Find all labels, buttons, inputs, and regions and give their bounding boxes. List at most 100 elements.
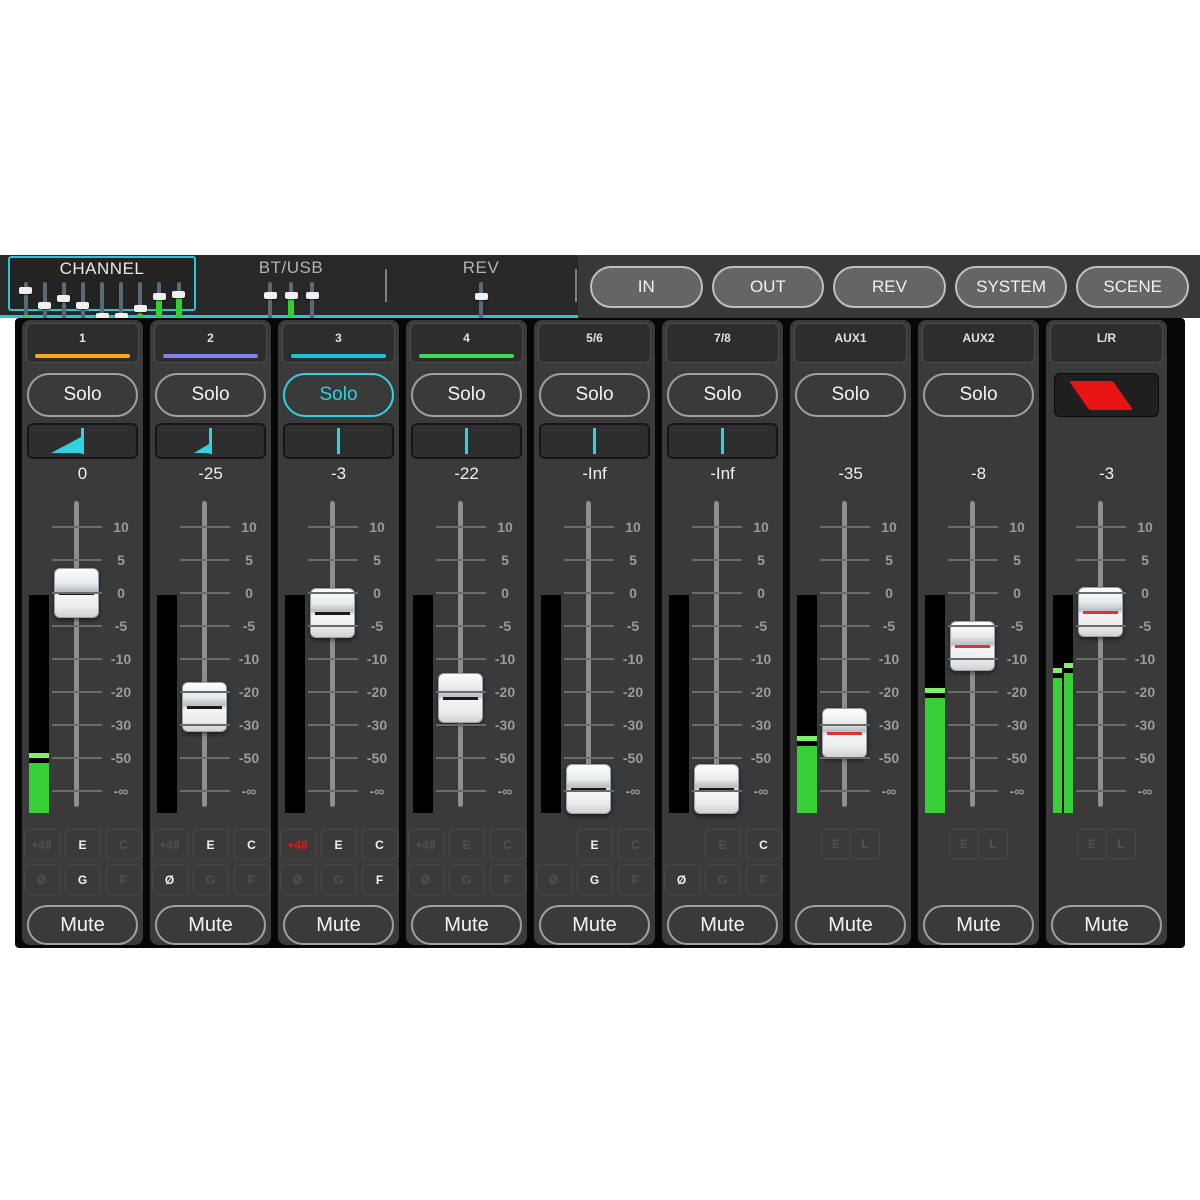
gate-button[interactable]: G — [65, 864, 101, 895]
gate-button[interactable]: G — [193, 864, 229, 895]
mini-fader-handle[interactable] — [264, 292, 277, 299]
eq-button[interactable]: E — [577, 829, 613, 860]
mute-button[interactable]: Mute — [923, 905, 1034, 945]
pan-control[interactable] — [411, 423, 522, 459]
mute-button[interactable]: Mute — [667, 905, 778, 945]
solo-button[interactable]: Solo — [539, 373, 650, 417]
solo-button[interactable]: Solo — [795, 373, 906, 417]
mini-fader-handle[interactable] — [57, 295, 70, 302]
solo-button[interactable]: Solo — [667, 373, 778, 417]
fader-knob[interactable] — [1078, 587, 1123, 637]
fader-knob[interactable] — [438, 673, 483, 723]
limiter-button[interactable]: L — [978, 829, 1008, 859]
gate-button[interactable]: G — [577, 864, 613, 895]
fader-track[interactable] — [330, 501, 335, 807]
phase-button[interactable]: Ø — [536, 864, 572, 895]
top-button-out[interactable]: OUT — [712, 266, 825, 308]
meter-fill — [1064, 673, 1073, 813]
mini-fader-handle[interactable] — [153, 293, 166, 300]
phantom-power-button[interactable]: +48 — [280, 829, 316, 860]
compressor-button[interactable]: C — [106, 829, 142, 860]
mute-button[interactable]: Mute — [539, 905, 650, 945]
mini-fader-handle[interactable] — [285, 292, 298, 299]
phase-button[interactable]: Ø — [280, 864, 316, 895]
phantom-power-button[interactable]: +48 — [24, 829, 60, 860]
solo-button[interactable]: Solo — [411, 373, 522, 417]
fader-track[interactable] — [74, 501, 79, 807]
eq-button[interactable]: E — [949, 829, 979, 859]
gate-button[interactable]: G — [449, 864, 485, 895]
fx-button[interactable]: F — [234, 864, 270, 895]
fader-knob[interactable] — [566, 764, 611, 814]
fx-button[interactable]: F — [490, 864, 526, 895]
gate-button[interactable]: G — [321, 864, 357, 895]
lr-clip-indicator-button[interactable] — [1054, 373, 1159, 417]
limiter-button[interactable]: L — [850, 829, 880, 859]
eq-button[interactable]: E — [193, 829, 229, 860]
eq-button[interactable]: E — [449, 829, 485, 860]
mini-fader-handle[interactable] — [306, 292, 319, 299]
top-button-system[interactable]: SYSTEM — [955, 266, 1068, 308]
fx-button[interactable]: F — [746, 864, 782, 895]
fader-track[interactable] — [714, 501, 719, 807]
fader-track[interactable] — [1098, 501, 1103, 807]
fx-button[interactable]: F — [362, 864, 398, 895]
top-button-in[interactable]: IN — [590, 266, 703, 308]
tab-channel[interactable]: CHANNEL — [8, 256, 196, 311]
phase-button[interactable]: Ø — [664, 864, 700, 895]
fader-knob[interactable] — [694, 764, 739, 814]
solo-button[interactable]: Solo — [27, 373, 138, 417]
solo-button[interactable]: Solo — [155, 373, 266, 417]
phantom-power-button[interactable]: +48 — [408, 829, 444, 860]
pan-control[interactable] — [667, 423, 778, 459]
mini-fader-handle[interactable] — [475, 293, 488, 300]
mute-button[interactable]: Mute — [155, 905, 266, 945]
compressor-button[interactable]: C — [362, 829, 398, 860]
limiter-button[interactable]: L — [1106, 829, 1136, 859]
scale-label: -20 — [742, 682, 780, 702]
solo-button[interactable]: Solo — [923, 373, 1034, 417]
mute-button[interactable]: Mute — [411, 905, 522, 945]
eq-button[interactable]: E — [321, 829, 357, 860]
phase-button[interactable]: Ø — [152, 864, 188, 895]
phase-button[interactable]: Ø — [408, 864, 444, 895]
fader-knob[interactable] — [310, 588, 355, 638]
compressor-button[interactable]: C — [746, 829, 782, 860]
fader-track[interactable] — [202, 501, 207, 807]
fader-knob[interactable] — [822, 708, 867, 758]
mini-fader-handle[interactable] — [76, 302, 89, 309]
eq-button[interactable]: E — [1077, 829, 1107, 859]
phase-button[interactable]: Ø — [24, 864, 60, 895]
phantom-power-button[interactable]: +48 — [152, 829, 188, 860]
solo-button[interactable]: Solo — [283, 373, 394, 417]
eq-button[interactable]: E — [65, 829, 101, 860]
top-button-rev[interactable]: REV — [833, 266, 946, 308]
mute-button[interactable]: Mute — [283, 905, 394, 945]
pan-control[interactable] — [27, 423, 138, 459]
mini-fader-handle[interactable] — [38, 302, 51, 309]
fader-track[interactable] — [842, 501, 847, 807]
compressor-button[interactable]: C — [490, 829, 526, 860]
top-button-scene[interactable]: SCENE — [1076, 266, 1189, 308]
mini-fader-handle[interactable] — [172, 291, 185, 298]
fx-button[interactable]: F — [618, 864, 654, 895]
mute-button[interactable]: Mute — [795, 905, 906, 945]
eq-button[interactable]: E — [705, 829, 741, 860]
eq-button[interactable]: E — [821, 829, 851, 859]
compressor-button[interactable]: C — [234, 829, 270, 860]
fader-track[interactable] — [586, 501, 591, 807]
fader-knob[interactable] — [950, 621, 995, 671]
fx-button[interactable]: F — [106, 864, 142, 895]
gate-button[interactable]: G — [705, 864, 741, 895]
pan-control[interactable] — [283, 423, 394, 459]
mini-fader-handle[interactable] — [19, 287, 32, 294]
tab-rev[interactable]: REV — [388, 255, 574, 315]
mute-button[interactable]: Mute — [27, 905, 138, 945]
fader-track[interactable] — [458, 501, 463, 807]
tab-bt-usb[interactable]: BT/USB — [198, 255, 384, 315]
mini-fader-handle[interactable] — [134, 305, 147, 312]
compressor-button[interactable]: C — [618, 829, 654, 860]
pan-control[interactable] — [155, 423, 266, 459]
pan-control[interactable] — [539, 423, 650, 459]
mute-button[interactable]: Mute — [1051, 905, 1162, 945]
